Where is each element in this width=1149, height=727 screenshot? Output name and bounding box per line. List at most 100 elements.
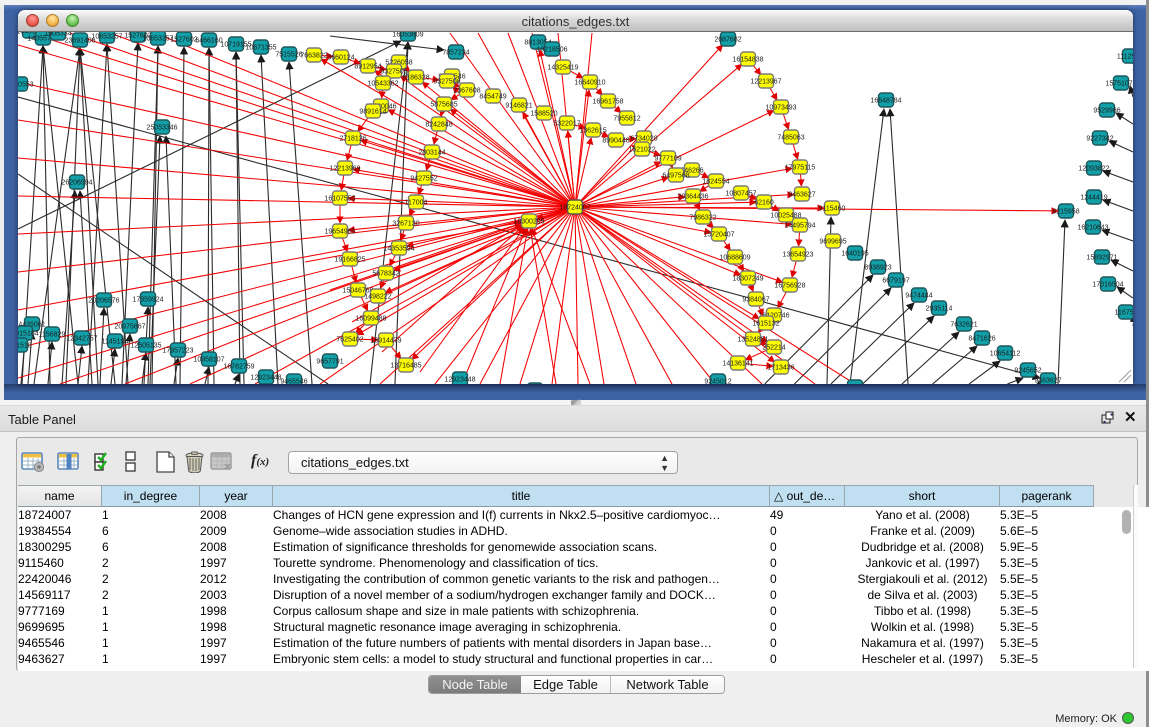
svg-text:8938923: 8938923 (864, 264, 891, 271)
svg-text:12505135: 12505135 (130, 342, 161, 349)
svg-text:18307249: 18307249 (732, 275, 763, 282)
svg-text:62160: 62160 (754, 199, 774, 206)
svg-text:9891614: 9891614 (359, 108, 386, 115)
svg-text:8186328: 8186328 (402, 74, 429, 81)
svg-text:16782759: 16782759 (223, 363, 254, 370)
svg-text:9227342: 9227342 (1086, 135, 1113, 142)
svg-text:9327508: 9327508 (433, 78, 460, 85)
svg-text:9463627: 9463627 (1034, 377, 1061, 384)
svg-text:7663822: 7663822 (300, 52, 327, 59)
svg-text:7485063: 7485063 (777, 134, 804, 141)
svg-text:16099488: 16099488 (355, 315, 386, 322)
svg-text:8471626: 8471626 (968, 335, 995, 342)
svg-text:8912954: 8912954 (354, 63, 381, 70)
svg-text:117004: 117004 (405, 199, 428, 206)
svg-text:16053809: 16053809 (392, 32, 423, 38)
svg-text:15751074: 15751074 (1105, 80, 1133, 87)
svg-text:5875685: 5875685 (430, 101, 457, 108)
svg-text:5322017: 5322017 (553, 120, 580, 127)
svg-text:1640195: 1640195 (841, 250, 868, 257)
svg-text:15892971: 15892971 (1086, 254, 1117, 261)
svg-text:252214: 252214 (762, 344, 785, 351)
svg-text:12342757: 12342757 (66, 335, 97, 342)
svg-text:1145194: 1145194 (102, 338, 129, 345)
svg-text:116753: 116753 (1115, 309, 1133, 316)
svg-text:1588520: 1588520 (530, 110, 557, 117)
svg-text:1244419: 1244419 (1080, 194, 1107, 201)
svg-text:15720407: 15720407 (703, 231, 734, 238)
svg-text:5678342: 5678342 (372, 270, 399, 277)
svg-text:18724007: 18724007 (559, 204, 590, 211)
svg-text:10653257: 10653257 (142, 35, 173, 42)
svg-text:1713436: 1713436 (767, 364, 794, 371)
svg-text:9245012: 9245012 (704, 378, 731, 384)
svg-text:2367608: 2367608 (453, 87, 480, 94)
svg-text:1527602: 1527602 (170, 36, 197, 43)
svg-text:3660124: 3660124 (327, 54, 354, 61)
svg-text:20364436: 20364436 (677, 193, 708, 200)
svg-text:8990448: 8990448 (602, 137, 629, 144)
svg-text:7857234: 7857234 (442, 49, 469, 56)
svg-text:2687682: 2687682 (714, 36, 741, 43)
svg-text:16648784: 16648784 (870, 97, 901, 104)
svg-text:16640910: 16640910 (574, 79, 605, 86)
svg-text:12923448: 12923448 (444, 376, 475, 383)
svg-text:10958107: 10958107 (193, 356, 224, 363)
svg-text:13524851: 13524851 (737, 336, 768, 343)
svg-text:10973493: 10973493 (765, 104, 796, 111)
svg-text:20206576: 20206576 (88, 297, 119, 304)
svg-text:12213967: 12213967 (750, 78, 781, 85)
svg-text:1824554: 1824554 (702, 178, 729, 185)
svg-text:12093822: 12093822 (1078, 165, 1109, 172)
svg-text:2935114: 2935114 (926, 305, 953, 312)
svg-text:1615132: 1615132 (752, 320, 779, 327)
svg-text:26206594: 26206594 (61, 179, 92, 186)
svg-text:10654112: 10654112 (990, 350, 1021, 357)
svg-text:1440553: 1440553 (18, 81, 34, 88)
svg-text:1112503: 1112503 (1117, 53, 1133, 60)
svg-text:17957223: 17957223 (162, 347, 193, 354)
svg-text:17359924: 17359924 (132, 296, 163, 303)
svg-text:9245652: 9245652 (1014, 367, 1041, 374)
svg-text:10688609: 10688609 (719, 254, 750, 261)
svg-text:9146821: 9146821 (505, 102, 532, 109)
svg-text:20975867: 20975867 (114, 323, 145, 330)
svg-text:19166825: 19166825 (334, 256, 365, 263)
svg-text:3267130: 3267130 (392, 220, 419, 227)
svg-text:9427552: 9427552 (410, 175, 437, 182)
svg-text:14353594: 14353594 (383, 245, 414, 252)
svg-text:9384067: 9384067 (742, 296, 769, 303)
svg-text:1362615: 1362615 (579, 127, 606, 134)
svg-text:7955812: 7955812 (613, 115, 640, 122)
svg-text:12213969: 12213969 (329, 165, 360, 172)
svg-text:17016504: 17016504 (1092, 281, 1123, 288)
svg-text:1498222: 1498222 (364, 293, 391, 300)
svg-text:13654923: 13654923 (782, 251, 813, 258)
svg-text:7986322: 7986322 (689, 214, 716, 221)
svg-text:9657791: 9657791 (316, 358, 343, 365)
svg-text:8454749: 8454749 (479, 93, 506, 100)
svg-text:9777109: 9777109 (654, 155, 681, 162)
svg-text:9465546: 9465546 (280, 378, 307, 384)
svg-text:17975115: 17975115 (785, 164, 816, 171)
svg-text:19654985: 19654985 (324, 228, 355, 235)
svg-text:16756928: 16756928 (774, 282, 805, 289)
svg-text:18300295: 18300295 (513, 218, 544, 225)
svg-text:10671355: 10671355 (245, 44, 276, 51)
svg-text:9115460: 9115460 (819, 205, 846, 212)
svg-text:10807457: 10807457 (725, 190, 756, 197)
svg-text:6679197: 6679197 (882, 277, 909, 284)
svg-text:9699695: 9699695 (819, 238, 846, 245)
svg-text:9474444: 9474444 (905, 292, 932, 299)
svg-text:2718126: 2718126 (339, 135, 366, 142)
svg-text:9463627: 9463627 (788, 191, 815, 198)
svg-text:16210643: 16210643 (1077, 224, 1108, 231)
svg-text:12923448: 12923448 (250, 374, 281, 381)
svg-text:16914479: 16914479 (370, 337, 401, 344)
svg-text:7515526: 7515526 (275, 51, 302, 58)
svg-text:19218506: 19218506 (536, 46, 567, 53)
svg-text:7632621: 7632621 (950, 321, 977, 328)
svg-text:16107553: 16107553 (324, 195, 355, 202)
svg-text:25053346: 25053346 (146, 124, 177, 131)
svg-text:6734028: 6734028 (630, 135, 657, 142)
